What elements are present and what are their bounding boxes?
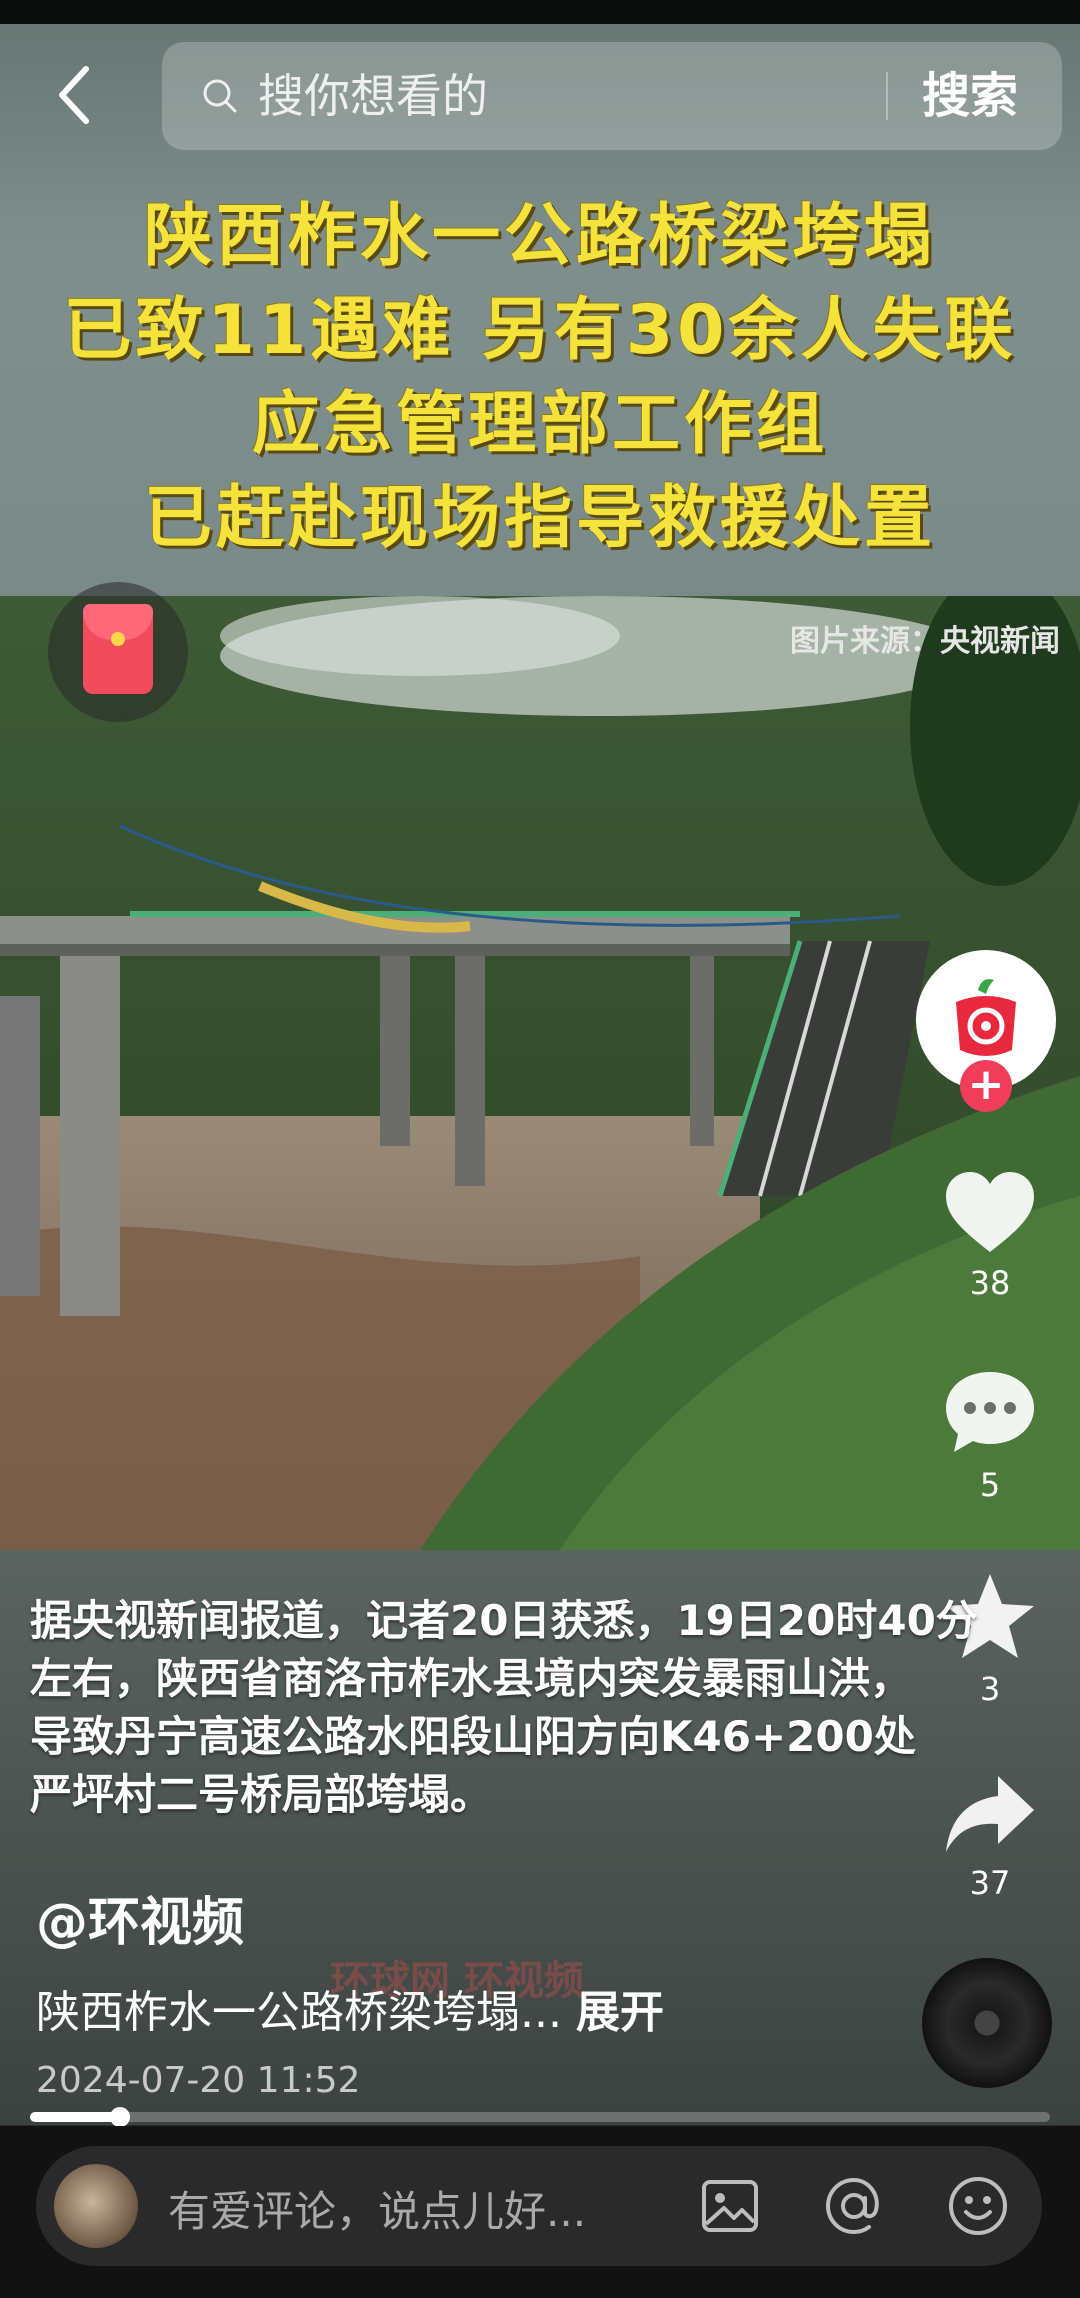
user-avatar[interactable] xyxy=(54,2164,138,2248)
chevron-left-icon xyxy=(59,66,89,124)
video-headline: 陕西柞水一公路桥梁垮塌 已致11遇难 另有30余人失联 应急管理部工作组 已赶赴… xyxy=(0,190,1080,566)
caption-line: 严坪村二号桥局部垮塌。 xyxy=(30,1770,493,1819)
author-name[interactable]: @环视频 xyxy=(36,1880,244,1955)
headline-line: 已致11遇难 另有30余人失联 xyxy=(63,291,1017,370)
caption-line: 导致丹宁高速公路水阳段山阳方向K46+200处 xyxy=(30,1712,916,1761)
comment-placeholder[interactable]: 有爱评论，说点儿好... xyxy=(168,2178,586,2239)
comment-input-bar[interactable]: 有爱评论，说点儿好... xyxy=(36,2146,1042,2266)
video-progress-handle[interactable] xyxy=(109,2107,130,2127)
follow-button[interactable]: + xyxy=(960,1060,1012,1112)
video-progress-fill xyxy=(30,2112,120,2122)
status-bar xyxy=(0,0,1080,24)
heart-icon xyxy=(946,1172,1034,1252)
photo-source-label: 图片来源：央视新闻 xyxy=(790,624,1060,659)
video-caption: 据央视新闻报道，记者20日获悉，19日20时40分 左右，陕西省商洛市柞水县境内… xyxy=(30,1592,1030,1824)
music-disc-icon[interactable] xyxy=(922,1958,1052,2088)
expand-button[interactable]: 展开 xyxy=(576,1987,664,2038)
caption-line: 左右，陕西省商洛市柞水县境内突发暴雨山洪， xyxy=(30,1654,913,1703)
search-button[interactable]: 搜索 xyxy=(922,64,1018,128)
at-mention-icon[interactable] xyxy=(822,2174,886,2238)
comment-button[interactable]: 5 xyxy=(930,1368,1050,1504)
headline-line: 陕西柞水一公路桥梁垮塌 xyxy=(143,197,936,276)
back-button[interactable] xyxy=(44,60,104,130)
search-bar[interactable]: 搜你想看的 搜索 xyxy=(162,42,1062,150)
headline-line: 应急管理部工作组 xyxy=(251,385,828,464)
comment-bubble-icon xyxy=(946,1372,1034,1452)
caption-line: 据央视新闻报道，记者20日获悉，19日20时40分 xyxy=(30,1596,978,1645)
share-count: 37 xyxy=(969,1864,1011,1902)
image-icon[interactable] xyxy=(698,2174,762,2238)
search-divider xyxy=(886,72,888,120)
search-placeholder[interactable]: 搜你想看的 xyxy=(258,66,488,126)
video-title-text: 陕西柞水一公路桥梁垮塌... xyxy=(36,1987,562,2038)
video-title: 陕西柞水一公路桥梁垮塌... 展开 xyxy=(36,1976,664,2040)
publish-date: 2024-07-20 11:52 xyxy=(36,2060,361,2101)
like-button[interactable]: 38 xyxy=(930,1170,1050,1302)
red-packet-button[interactable] xyxy=(48,582,188,722)
like-count: 38 xyxy=(969,1264,1011,1302)
headline-line: 已赶赴现场指导救援处置 xyxy=(143,479,936,558)
video-progress-bar[interactable] xyxy=(30,2107,1050,2127)
red-envelope-icon xyxy=(83,604,153,694)
search-icon xyxy=(203,79,237,113)
emoji-icon[interactable] xyxy=(946,2174,1010,2238)
comment-count: 5 xyxy=(979,1466,1001,1504)
